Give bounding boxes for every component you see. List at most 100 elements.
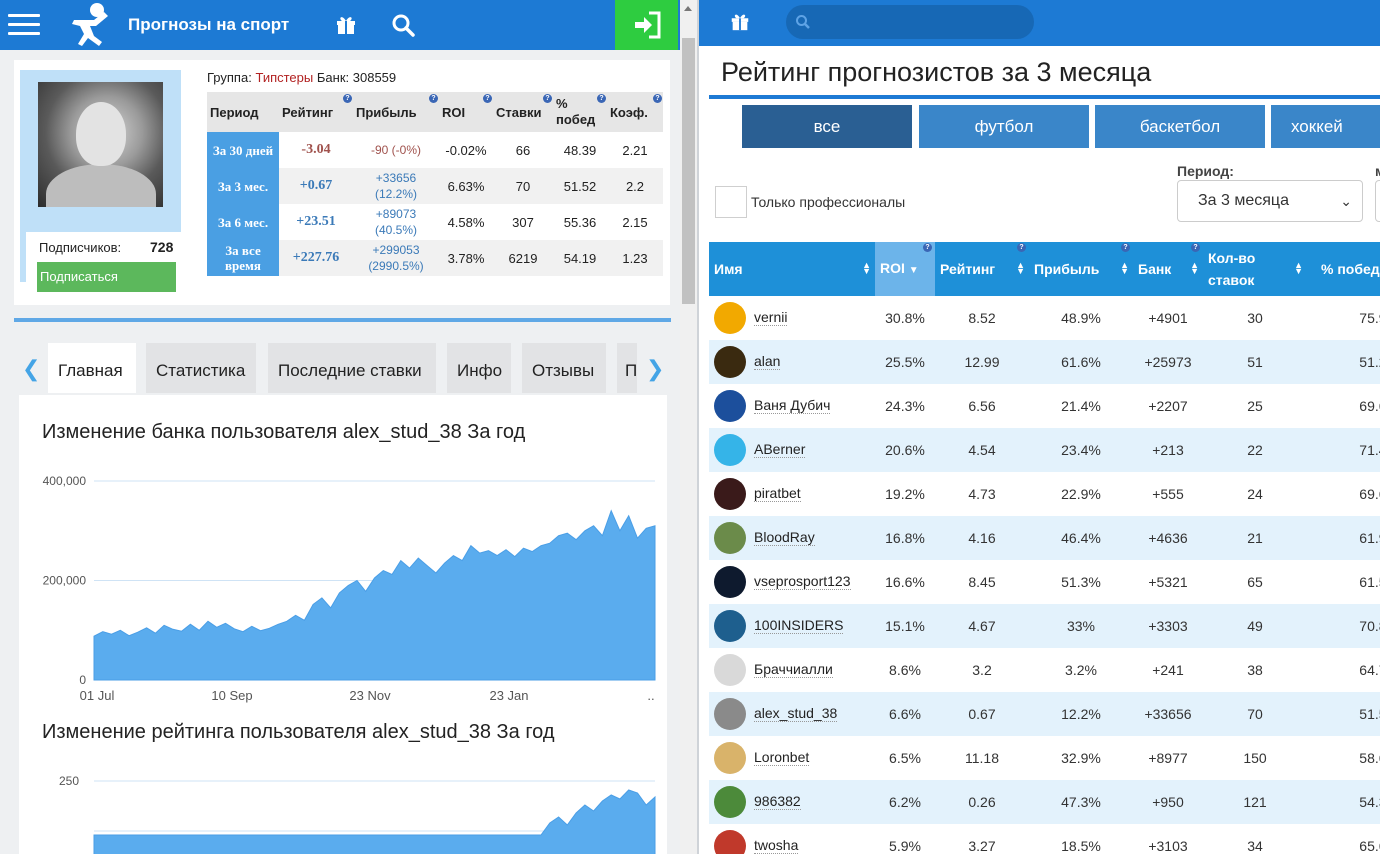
search-box[interactable] <box>786 5 1034 39</box>
col-name[interactable]: Имя ▲ ▼ <box>709 242 875 296</box>
table-row[interactable]: ABerner 20.6%4.5423.4%+2132271.4% <box>709 428 1380 472</box>
search-icon[interactable] <box>390 12 416 38</box>
help-icon[interactable]: ? <box>597 94 606 103</box>
table-row[interactable]: vseprosport123 16.6% 8.45 51.3% +5321 65 61.5% <box>709 560 1380 604</box>
help-icon[interactable]: ? <box>429 94 438 103</box>
site-title[interactable]: Прогнозы на спорт <box>128 15 289 35</box>
landscape-avatar-icon[interactable] <box>714 522 746 554</box>
tab-info[interactable]: Инфо <box>447 343 511 393</box>
help-icon[interactable]: ? <box>1191 243 1200 252</box>
ball-avatar-icon[interactable] <box>714 434 746 466</box>
login-button[interactable] <box>615 0 678 50</box>
pro-only-label[interactable]: Только профессионалы <box>751 194 905 210</box>
user-name-link[interactable]: twosha <box>754 836 799 854</box>
photo-avatar-icon[interactable] <box>714 742 746 774</box>
table-row[interactable]: 986382 6.2%0.2647.3%+95012154.3% <box>709 780 1380 824</box>
extra-filter-select[interactable] <box>1375 180 1380 222</box>
tab-reviews[interactable]: Отзывы <box>522 343 606 393</box>
user-name-link[interactable]: BloodRay <box>754 528 815 546</box>
period-value: За 3 месяца <box>1198 192 1289 209</box>
col-roi[interactable]: ROI ▼? <box>875 242 935 296</box>
chevron-right-icon[interactable]: ❯ <box>646 356 664 382</box>
dynamo-logo-icon[interactable] <box>714 390 746 422</box>
col-bets[interactable]: Кол-во ставок ▲ ▼ <box>1203 242 1307 296</box>
tiger-avatar-icon[interactable] <box>714 786 746 818</box>
user-name-link[interactable]: ABerner <box>754 440 806 458</box>
table-row[interactable]: piratbet 19.2% 4.73 22.9% +555 24 69.6% <box>709 472 1380 516</box>
tab-last-bets[interactable]: Последние ставки <box>268 343 436 393</box>
pro-only-checkbox[interactable] <box>715 186 747 218</box>
table-row[interactable]: vernii 30.8% 8.52 48.9% +4901 30 75.9% <box>709 296 1380 340</box>
scrollbar[interactable] <box>680 0 697 854</box>
subscribe-button[interactable]: Подписаться <box>37 262 176 292</box>
user-name-link[interactable]: vernii <box>754 308 788 326</box>
user-name-link[interactable]: Ваня Дубич <box>754 396 831 414</box>
help-icon[interactable]: ? <box>543 94 552 103</box>
table-row[interactable]: BloodRay 16.8%4.1646.4%+46362161.9% <box>709 516 1380 560</box>
help-icon[interactable]: ? <box>1121 243 1130 252</box>
col-bank[interactable]: Банк ▲ ▼? <box>1133 242 1203 296</box>
sport-filter-football[interactable]: футбол <box>919 105 1089 148</box>
col-profit[interactable]: Прибыль ▲ ▼? <box>1029 242 1133 296</box>
user-cell: Loronbet <box>709 736 875 780</box>
cell-bank: +4636 <box>1133 516 1203 560</box>
help-icon[interactable]: ? <box>653 94 662 103</box>
user-name-link[interactable]: Loronbet <box>754 748 810 766</box>
dark-avatar-icon[interactable] <box>714 346 746 378</box>
user-cell: BloodRay <box>709 516 875 560</box>
cell-win: 61.9% <box>1307 516 1380 560</box>
help-icon[interactable]: ? <box>483 94 492 103</box>
table-row[interactable]: alex_stud_38 6.6%0.6712.2%+336567051.5% <box>709 692 1380 736</box>
col-rating[interactable]: Рейтинг ▲ ▼? <box>935 242 1029 296</box>
tab-statistics[interactable]: Статистика <box>146 343 256 393</box>
user-name-link[interactable]: Браччиалли <box>754 660 833 678</box>
scroll-up-icon[interactable] <box>684 6 692 11</box>
insiders-logo-icon[interactable] <box>714 610 746 642</box>
stats-header: % побед? <box>553 92 607 132</box>
chevron-left-icon[interactable]: ❮ <box>22 356 40 382</box>
table-row[interactable]: 100INSIDERS 15.1%4.6733%+33034970.8% <box>709 604 1380 648</box>
scroll-thumb[interactable] <box>682 38 695 304</box>
default-avatar-icon[interactable] <box>714 654 746 686</box>
group-value[interactable]: Типстеры <box>255 70 313 85</box>
shirt-avatar-icon[interactable] <box>714 830 746 854</box>
user-name-link[interactable]: alex_stud_38 <box>754 704 838 722</box>
sport-filter-basketball[interactable]: баскетбол <box>1095 105 1265 148</box>
stats-header: Рейтинг? <box>279 92 353 132</box>
gift-icon[interactable] <box>334 12 358 36</box>
menu-icon[interactable] <box>8 10 40 38</box>
period-select[interactable]: За 3 месяца ⌄ <box>1177 180 1363 222</box>
table-row[interactable]: Loronbet 6.5% 11.18 32.9% +8977 150 58.6% <box>709 736 1380 780</box>
search-input[interactable] <box>816 12 1016 32</box>
rating-area-series <box>93 789 656 854</box>
vip-badge-icon[interactable] <box>714 302 746 334</box>
col-win[interactable]: % побед <box>1307 242 1380 296</box>
photo-avatar-icon[interactable] <box>714 698 746 730</box>
tab-more[interactable]: П <box>617 343 637 393</box>
user-name-link[interactable]: 986382 <box>754 792 801 810</box>
stats-row: За 6 мес. +23.51 +89073 (40.5%) 4.58% 307 55.… <box>207 204 663 240</box>
help-icon[interactable]: ? <box>343 94 352 103</box>
cell-bets: 51 <box>1203 340 1307 384</box>
sport-filter-all[interactable]: все <box>742 105 912 148</box>
cell-rating: 4.16 <box>935 516 1029 560</box>
help-icon[interactable]: ? <box>923 243 932 252</box>
cell-rating: 3.2 <box>972 662 992 678</box>
user-name-link[interactable]: piratbet <box>754 484 801 502</box>
table-row[interactable]: Ваня Дубич 24.3% 6.56 21.4% +2207 25 69.6% <box>709 384 1380 428</box>
table-row[interactable]: alan 25.5%12.9961.6%+259735151.2% <box>709 340 1380 384</box>
sport-filter-hockey[interactable]: хоккей <box>1271 105 1380 148</box>
gift-icon[interactable] <box>729 10 751 32</box>
vs-logo-icon[interactable] <box>714 566 746 598</box>
pirate-logo-icon[interactable] <box>714 478 746 510</box>
user-name-link[interactable]: alan <box>754 352 781 370</box>
site-logo-icon[interactable] <box>64 2 114 48</box>
table-row[interactable]: Браччиалли 8.6% 3.2 3.2% +241 38 64.7% <box>709 648 1380 692</box>
user-name-link[interactable]: 100INSIDERS <box>754 616 844 634</box>
cell-bets: 49 <box>1203 604 1307 648</box>
stats-win: 54.19 <box>553 240 607 276</box>
table-row[interactable]: twosha 5.9% 3.27 18.5% +3103 34 65.6% <box>709 824 1380 854</box>
tab-main[interactable]: Главная <box>48 343 136 393</box>
help-icon[interactable]: ? <box>1017 243 1026 252</box>
user-name-link[interactable]: vseprosport123 <box>754 572 851 590</box>
